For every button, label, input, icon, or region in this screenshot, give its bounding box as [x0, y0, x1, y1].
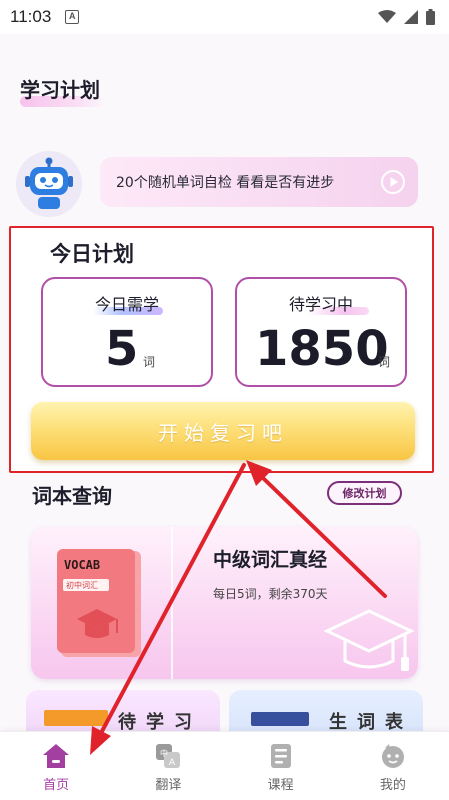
home-icon — [43, 744, 70, 768]
pending-unit: 词 — [378, 355, 391, 369]
course-icon — [270, 744, 291, 768]
book-cover-subtitle: 初中词汇 — [66, 581, 98, 590]
nav-home[interactable]: 首页 — [0, 732, 112, 800]
robot-icon — [25, 157, 73, 209]
notification-a-icon: A — [65, 10, 80, 24]
signal-icon — [404, 10, 418, 24]
nav-course[interactable]: 课程 — [225, 732, 337, 800]
vocab-level-subtitle: 每日5词，剩余370天 — [213, 587, 328, 601]
pending-label: 待学习中 — [288, 295, 353, 314]
vocab-book-card[interactable]: VOCAB 初中词汇 中级词汇真经 每日5词，剩余370天 — [31, 527, 418, 679]
vocab-book-cover: VOCAB 初中词汇 — [57, 549, 143, 659]
status-time: 11:03 — [10, 7, 52, 26]
nav-profile-label: 我的 — [379, 778, 406, 793]
vocab-card-divider — [171, 527, 173, 679]
today-need-label: 今日需学 — [94, 295, 159, 314]
today-need-value: 5 — [105, 321, 139, 377]
self-check-text: 20个随机单词自检 看看是否有进步 — [116, 175, 335, 191]
translate-icon: 中 A — [156, 744, 181, 768]
page-title: 学习计划 — [20, 78, 100, 102]
start-review-label: 开始复习吧 — [158, 420, 288, 445]
today-need-unit: 词 — [143, 355, 156, 369]
graduation-cap-watermark-icon — [323, 609, 415, 671]
battery-icon — [426, 9, 435, 25]
edit-plan-button[interactable]: 修改计划 — [327, 481, 402, 505]
bottom-nav: 首页 中 A 翻译 课程 我的 — [0, 731, 449, 800]
wifi-icon — [378, 10, 396, 23]
nav-translate-label: 翻译 — [155, 778, 182, 793]
nav-profile[interactable]: 我的 — [337, 732, 449, 800]
svg-text:A: A — [169, 758, 176, 768]
pending-value: 1850 — [255, 321, 389, 377]
nav-home-label: 首页 — [43, 778, 70, 793]
today-plan-title: 今日计划 — [50, 242, 134, 266]
pending-study-card-icon — [44, 710, 108, 726]
new-words-card-icon — [251, 712, 309, 726]
nav-course-label: 课程 — [267, 778, 294, 793]
self-check-banner[interactable]: 20个随机单词自检 看看是否有进步 — [100, 157, 418, 207]
play-icon[interactable] — [380, 169, 406, 195]
svg-text:中: 中 — [160, 748, 168, 758]
robot-avatar[interactable] — [16, 151, 82, 217]
today-need-card: 今日需学 5 词 — [41, 277, 213, 387]
vocab-level-title: 中级词汇真经 — [213, 549, 328, 571]
pending-card: 待学习中 1850 词 — [235, 277, 407, 387]
profile-icon — [381, 744, 404, 768]
start-review-button[interactable]: 开始复习吧 — [31, 402, 415, 460]
nav-translate[interactable]: 中 A 翻译 — [112, 732, 224, 800]
book-cover-title: VOCAB — [64, 558, 101, 572]
vocab-section-title: 词本查询 — [32, 484, 112, 508]
status-bar: 11:03 A — [0, 0, 449, 34]
